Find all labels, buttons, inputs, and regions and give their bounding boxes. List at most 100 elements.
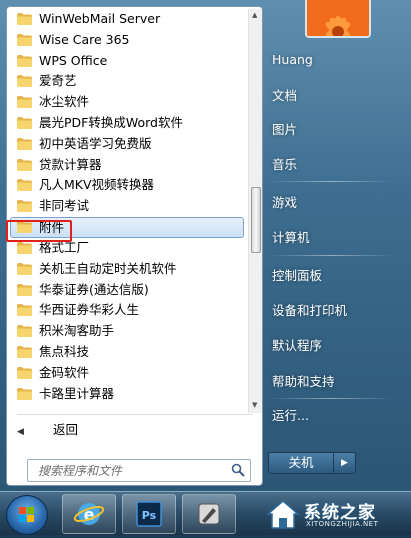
- program-label: 爱奇艺: [39, 73, 77, 89]
- computer-link[interactable]: 计算机: [272, 228, 310, 248]
- folder-icon: [17, 158, 32, 171]
- chevron-right-icon: ▶: [341, 458, 348, 468]
- program-item[interactable]: 华西证券华彩人生: [7, 300, 247, 321]
- internet-explorer-icon: e: [73, 503, 105, 525]
- search-input[interactable]: [28, 460, 228, 481]
- program-label: 焦点科技: [39, 343, 90, 359]
- house-logo-icon: [265, 500, 301, 529]
- program-label: 华西证券华彩人生: [39, 302, 140, 318]
- program-list-scrollbar[interactable]: ▲ ▼: [248, 9, 262, 413]
- program-item[interactable]: 初中英语学习免费版: [7, 134, 247, 155]
- taskbar-photoshop-button[interactable]: Ps: [122, 494, 176, 534]
- program-label: 关机王自动定时关机软件: [39, 260, 177, 276]
- folder-icon: [17, 137, 32, 150]
- program-label: 初中英语学习免费版: [39, 135, 152, 151]
- default-programs-link[interactable]: 默认程序: [272, 336, 322, 356]
- programs-pane: WinWebMail Server Wise Care 365 WPS Office…: [6, 6, 263, 486]
- folder-icon: [17, 116, 32, 129]
- folder-icon: [17, 387, 32, 400]
- folder-icon: [17, 283, 32, 296]
- windows-logo-icon: [19, 507, 34, 522]
- program-item[interactable]: 贷款计算器: [7, 155, 247, 176]
- program-item[interactable]: 凡人MKV视频转换器: [7, 175, 247, 196]
- program-label: 凡人MKV视频转换器: [39, 177, 155, 193]
- devices-printers-link[interactable]: 设备和打印机: [272, 301, 347, 321]
- program-label: 附件: [39, 219, 65, 235]
- run-link[interactable]: 运行...: [272, 406, 309, 426]
- scroll-thumb[interactable]: [251, 187, 261, 253]
- list-separator: [17, 414, 253, 415]
- folder-icon: [17, 179, 32, 192]
- folder-icon: [17, 200, 32, 213]
- program-label: 非同考试: [39, 198, 90, 214]
- program-label: WPS Office: [39, 52, 108, 68]
- program-item[interactable]: WinWebMail Server: [7, 9, 247, 30]
- user-avatar[interactable]: [305, 0, 371, 38]
- start-button[interactable]: [6, 495, 48, 535]
- folder-icon: [17, 325, 32, 338]
- folder-icon: [17, 262, 32, 275]
- program-item[interactable]: 爱奇艺: [7, 71, 247, 92]
- program-item[interactable]: 积米淘客助手: [7, 321, 247, 342]
- program-label: Wise Care 365: [39, 31, 130, 47]
- program-label: 贷款计算器: [39, 156, 102, 172]
- program-label: 卡路里计算器: [39, 385, 115, 401]
- folder-icon: [17, 33, 32, 46]
- program-item[interactable]: WPS Office: [7, 51, 247, 72]
- program-label: 金码软件: [39, 364, 90, 380]
- games-link[interactable]: 游戏: [272, 193, 297, 213]
- program-item[interactable]: 卡路里计算器: [7, 384, 247, 405]
- control-panel-link[interactable]: 控制面板: [272, 266, 322, 286]
- program-item[interactable]: 格式工厂: [7, 238, 247, 259]
- watermark-logo: 系统之家 XITONGZHIJIA.NET: [264, 496, 410, 532]
- shutdown-button[interactable]: 关机: [268, 452, 334, 474]
- back-button[interactable]: ◀ 返回: [17, 420, 78, 440]
- program-label: 晨光PDF转换成Word软件: [39, 114, 183, 130]
- program-label: 华泰证券(通达信版): [39, 281, 149, 297]
- right-separator: [268, 255, 394, 256]
- taskbar-ie-button[interactable]: e: [62, 494, 116, 534]
- program-item[interactable]: 华泰证券(通达信版): [7, 280, 247, 301]
- explorer-tool-icon: [198, 503, 220, 525]
- folder-icon: [17, 75, 32, 88]
- pictures-link[interactable]: 图片: [272, 120, 297, 140]
- search-icon[interactable]: [231, 463, 245, 477]
- program-label: WinWebMail Server: [39, 11, 161, 26]
- help-support-link[interactable]: 帮助和支持: [272, 372, 335, 392]
- search-box[interactable]: [27, 459, 251, 482]
- folder-icon: [17, 96, 32, 109]
- program-label: 冰尘软件: [39, 94, 90, 110]
- program-item[interactable]: 冰尘软件: [7, 92, 247, 113]
- program-item[interactable]: 金码软件: [7, 363, 247, 384]
- folder-icon: [17, 13, 32, 25]
- music-link[interactable]: 音乐: [272, 155, 297, 175]
- back-arrow-icon: ◀: [17, 427, 24, 437]
- scroll-down-icon[interactable]: ▼: [252, 401, 257, 409]
- right-separator: [268, 398, 394, 399]
- program-item[interactable]: 附件: [10, 216, 244, 238]
- shutdown-options-button[interactable]: ▶: [333, 452, 356, 474]
- program-label: 积米淘客助手: [39, 323, 115, 339]
- folder-icon: [17, 304, 32, 317]
- folder-icon: [17, 241, 32, 254]
- scroll-up-icon[interactable]: ▲: [252, 11, 257, 19]
- right-separator: [268, 181, 394, 182]
- program-label: 格式工厂: [39, 239, 90, 255]
- folder-icon: [17, 366, 32, 379]
- folder-icon: [17, 54, 32, 67]
- program-item[interactable]: 关机王自动定时关机软件: [7, 259, 247, 280]
- taskbar-app-button[interactable]: [182, 494, 236, 534]
- program-item[interactable]: 非同考试: [7, 196, 247, 217]
- program-item[interactable]: 晨光PDF转换成Word软件: [7, 113, 247, 134]
- program-item[interactable]: Wise Care 365: [7, 30, 247, 51]
- program-item[interactable]: 焦点科技: [7, 342, 247, 363]
- program-list: WinWebMail Server Wise Care 365 WPS Office…: [7, 9, 247, 404]
- photoshop-icon: Ps: [136, 501, 162, 527]
- folder-icon: [17, 345, 32, 358]
- svg-text:Ps: Ps: [142, 509, 157, 522]
- flower-picture-icon: [307, 0, 369, 36]
- folder-icon: [17, 220, 32, 233]
- documents-link[interactable]: 文档: [272, 86, 297, 106]
- user-name-link[interactable]: Huang: [272, 50, 313, 70]
- watermark-subtext: XITONGZHIJIA.NET: [306, 520, 379, 528]
